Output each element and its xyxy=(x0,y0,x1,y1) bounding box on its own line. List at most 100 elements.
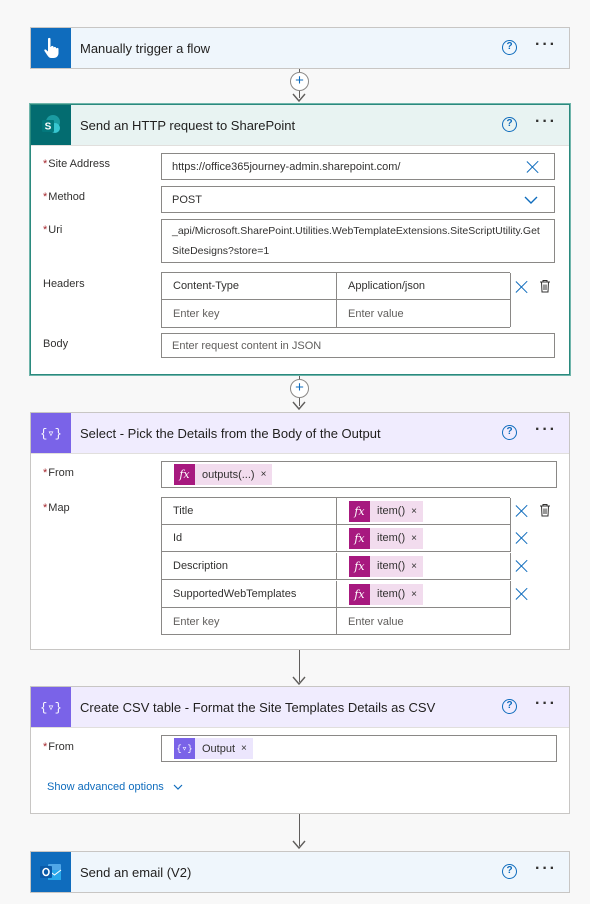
remove-token-icon[interactable]: × xyxy=(411,533,417,544)
map-value-cell[interactable]: fx item() × xyxy=(337,553,511,580)
svg-text:S: S xyxy=(45,122,52,133)
headers-label: Headers xyxy=(43,278,85,290)
header-value-cell[interactable]: Application/json xyxy=(337,273,511,300)
help-icon[interactable]: ? xyxy=(502,864,517,879)
more-options-icon[interactable]: ··· xyxy=(535,113,557,131)
http-sharepoint-card[interactable]: S Send an HTTP request to SharePoint ? ·… xyxy=(30,104,570,375)
body-label: Body xyxy=(43,338,69,350)
method-dropdown[interactable]: POST xyxy=(161,186,555,213)
help-icon[interactable]: ? xyxy=(502,117,517,132)
map-key-cell[interactable]: Id xyxy=(162,525,337,552)
arrow-down-icon xyxy=(292,840,306,850)
trigger-header[interactable]: Manually trigger a flow ? ··· xyxy=(31,28,569,68)
from-label: *From xyxy=(43,467,74,479)
site-address-value: https://office365journey-admin.sharepoin… xyxy=(172,160,401,173)
select-title: Select - Pick the Details from the Body … xyxy=(80,425,381,441)
remove-row-icon[interactable] xyxy=(515,531,529,545)
headers-table: Content-Type Application/json Enter key … xyxy=(161,272,511,328)
remove-token-icon[interactable]: × xyxy=(241,743,247,754)
fx-icon: fx xyxy=(174,464,195,485)
hand-pointer-icon xyxy=(31,28,71,68)
trash-icon[interactable] xyxy=(539,503,551,517)
http-header[interactable]: S Send an HTTP request to SharePoint ? ·… xyxy=(31,105,569,145)
more-options-icon[interactable]: ··· xyxy=(535,695,557,713)
from-label: *From xyxy=(43,741,74,753)
select-header[interactable]: {▿} Select - Pick the Details from the B… xyxy=(31,413,569,453)
arrow-down-icon xyxy=(292,401,306,411)
expression-token[interactable]: fx item() × xyxy=(349,555,423,577)
remove-token-icon[interactable]: × xyxy=(411,589,417,600)
expression-token[interactable]: fx item() × xyxy=(349,500,423,522)
fx-icon: fx xyxy=(349,527,370,549)
help-icon[interactable]: ? xyxy=(502,40,517,55)
map-key-input[interactable]: Enter key xyxy=(162,608,337,635)
map-value-cell[interactable]: fx item() × xyxy=(337,581,511,608)
trigger-card[interactable]: Manually trigger a flow ? ··· xyxy=(30,27,570,69)
from-field[interactable]: fx outputs(...) × xyxy=(161,461,557,488)
help-icon[interactable]: ? xyxy=(502,425,517,440)
trigger-title: Manually trigger a flow xyxy=(80,40,211,56)
uri-line-2: SiteDesigns?store=1 xyxy=(172,245,270,257)
remove-row-icon[interactable] xyxy=(515,280,529,294)
http-body: *Site Address https://office365journey-a… xyxy=(31,145,569,374)
clear-icon[interactable] xyxy=(526,160,540,174)
site-address-field[interactable]: https://office365journey-admin.sharepoin… xyxy=(161,153,555,180)
expression-token[interactable]: fx outputs(...) × xyxy=(174,464,273,485)
create-csv-card[interactable]: {▿} Create CSV table - Format the Site T… xyxy=(30,686,570,814)
help-icon[interactable]: ? xyxy=(502,699,517,714)
body-field[interactable]: Enter request content in JSON xyxy=(161,333,555,358)
map-value-cell[interactable]: fx item() × xyxy=(337,525,511,552)
add-step-button[interactable]: + xyxy=(290,379,309,398)
http-title: Send an HTTP request to SharePoint xyxy=(80,117,296,133)
fx-icon: fx xyxy=(349,500,370,522)
email-title: Send an email (V2) xyxy=(80,864,192,880)
csv-title: Create CSV table - Format the Site Templ… xyxy=(80,699,436,715)
fx-icon: fx xyxy=(349,555,370,577)
body-placeholder: Enter request content in JSON xyxy=(172,339,322,352)
from-field[interactable]: {▿} Output × xyxy=(161,735,557,762)
email-header[interactable]: Send an email (V2) ? ··· xyxy=(31,852,569,892)
send-email-card[interactable]: Send an email (V2) ? ··· xyxy=(30,851,570,893)
expression-token[interactable]: fx item() × xyxy=(349,583,423,605)
site-address-label: *Site Address xyxy=(43,158,111,170)
remove-row-icon[interactable] xyxy=(515,587,529,601)
chevron-down-icon xyxy=(173,784,183,790)
outlook-icon xyxy=(31,852,71,892)
more-options-icon[interactable]: ··· xyxy=(535,421,557,439)
more-options-icon[interactable]: ··· xyxy=(535,860,557,878)
csv-header[interactable]: {▿} Create CSV table - Format the Site T… xyxy=(31,687,569,727)
arrow-down-icon xyxy=(292,676,306,686)
add-step-button[interactable]: + xyxy=(290,72,309,91)
remove-token-icon[interactable]: × xyxy=(261,469,267,480)
select-body: *From fx outputs(...) × *Map Title fx ite… xyxy=(31,453,569,649)
select-card[interactable]: {▿} Select - Pick the Details from the B… xyxy=(30,412,570,650)
map-key-cell[interactable]: Description xyxy=(162,553,337,580)
expression-token[interactable]: fx item() × xyxy=(349,527,423,549)
trash-icon[interactable] xyxy=(539,279,551,293)
dynamic-content-token[interactable]: {▿} Output × xyxy=(174,738,253,759)
map-key-cell[interactable]: SupportedWebTemplates xyxy=(162,581,337,608)
map-key-cell[interactable]: Title xyxy=(162,498,337,525)
remove-token-icon[interactable]: × xyxy=(411,561,417,572)
header-key-cell[interactable]: Content-Type xyxy=(162,273,337,300)
header-key-input[interactable]: Enter key xyxy=(162,300,337,327)
data-operation-icon: {▿} xyxy=(31,687,71,727)
map-value-input[interactable]: Enter value xyxy=(337,608,511,635)
remove-token-icon[interactable]: × xyxy=(411,506,417,517)
data-operation-icon: {▿} xyxy=(174,738,195,759)
remove-row-icon[interactable] xyxy=(515,559,529,573)
sharepoint-icon: S xyxy=(31,105,71,145)
remove-row-icon[interactable] xyxy=(515,504,529,518)
header-value-input[interactable]: Enter value xyxy=(337,300,511,327)
map-value-cell[interactable]: fx item() × xyxy=(337,498,511,525)
map-table: Title fx item() × Id fx item() × Description… xyxy=(161,497,511,635)
more-options-icon[interactable]: ··· xyxy=(535,36,557,54)
method-label: *Method xyxy=(43,191,85,203)
show-advanced-options-link[interactable]: Show advanced options xyxy=(47,781,183,793)
csv-body: *From {▿} Output × Show advanced options xyxy=(31,727,569,813)
method-value: POST xyxy=(172,193,202,206)
uri-field[interactable]: _api/Microsoft.SharePoint.Utilities.WebT… xyxy=(161,219,555,263)
chevron-down-icon[interactable] xyxy=(524,196,538,204)
uri-label: *Uri xyxy=(43,224,63,236)
fx-icon: fx xyxy=(349,583,370,605)
